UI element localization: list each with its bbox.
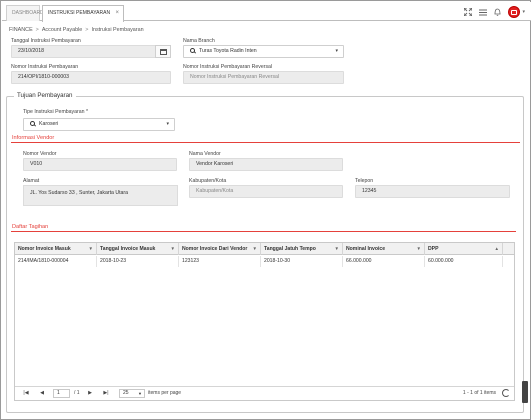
page-size-select[interactable]: 25 ▼	[119, 389, 145, 398]
nomor-label: Nomor Instruksi Pembayaran	[11, 64, 79, 70]
chevron-down-icon: ▾	[166, 121, 169, 127]
tanggal-field[interactable]: 23/10/2018	[11, 45, 171, 58]
tab-instruksi-label: INSTRUKSI PEMBAYARAN	[48, 10, 111, 16]
column-header[interactable]: DPP ▲	[425, 243, 503, 255]
kota-placeholder: Kabupaten/Kota	[196, 188, 234, 194]
table-cell: 123123	[179, 256, 261, 267]
tab-instruksi-pembayaran[interactable]: INSTRUKSI PEMBAYARAN ×	[42, 5, 124, 22]
table-row[interactable]: 214/IMA/1810-000004 2018-10-23 123123 20…	[15, 256, 514, 267]
calendar-icon[interactable]	[155, 45, 171, 58]
search-icon	[30, 120, 35, 126]
alamat-textarea: JL. Yos Sudarso 33 , Sunter, Jakarta Uta…	[23, 185, 178, 206]
tab-bar: DASHBOARD INSTRUKSI PEMBAYARAN × ▾	[2, 2, 531, 22]
breadcrumb-separator: >	[35, 27, 39, 33]
scrollbar[interactable]	[522, 381, 528, 403]
tipe-value: Karoseri	[39, 121, 59, 127]
table-cell: 214/IMA/1810-000004	[15, 256, 97, 267]
telepon-label: Telepon	[355, 178, 374, 184]
pager: |◀ ◀ 1 / 1 ▶ ▶| 25 ▼ items per page 1 - 1…	[15, 386, 514, 400]
search-icon	[190, 47, 195, 53]
daftar-tagihan-title: Daftar Tagihan	[12, 224, 49, 230]
nama-vendor-value: Vendor Karoseri	[196, 161, 234, 167]
page-size-value: 25	[123, 390, 129, 396]
alamat-label: Alamat	[23, 178, 40, 184]
nomor-vendor-field: V010	[23, 158, 177, 171]
table-cell: 2018-10-23	[97, 256, 179, 267]
kota-label: Kabupaten/Kota	[189, 178, 227, 184]
breadcrumb-item-finance[interactable]: FINANCE	[9, 27, 33, 33]
chevron-down-icon: ▼	[88, 246, 93, 251]
next-page-button[interactable]: ▶	[85, 389, 95, 398]
first-page-button[interactable]: |◀	[21, 389, 31, 398]
column-header[interactable]: Nominal Invoice ▼	[343, 243, 425, 255]
nama-vendor-field: Vendor Karoseri	[189, 158, 343, 171]
tujuan-legend: Tujuan Pembayaran	[14, 92, 76, 99]
tab-dashboard[interactable]: DASHBOARD	[6, 5, 44, 21]
divider	[11, 142, 520, 143]
breadcrumb-separator: >	[85, 27, 89, 33]
chevron-down-icon: ▼	[170, 246, 175, 251]
informasi-vendor-title: Informasi Vendor	[12, 135, 55, 141]
refresh-icon[interactable]	[502, 389, 510, 397]
app-window: DASHBOARD INSTRUKSI PEMBAYARAN × ▾ FINAN…	[0, 0, 531, 420]
tanggal-label: Tanggal Instruksi Pembayaran	[11, 38, 81, 44]
page-input[interactable]: 1	[53, 389, 70, 398]
expand-icon[interactable]	[463, 8, 472, 17]
last-page-button[interactable]: ▶|	[101, 389, 111, 398]
nama-vendor-label: Nama Vendor	[189, 151, 221, 157]
branch-label: Nama Branch	[183, 38, 215, 44]
tipe-label: Tipe Instruksi Pembayaran *	[23, 109, 88, 115]
kota-field: Kabupaten/Kota	[189, 185, 343, 198]
chevron-down-icon: ▾	[335, 48, 338, 54]
branch-value: Turas Toyota Radin Inten	[199, 48, 257, 54]
user-icon[interactable]	[508, 6, 521, 18]
chevron-down-icon: ▼	[252, 246, 257, 251]
breadcrumb-item-instruksi: Instruksi Pembayaran	[91, 27, 144, 33]
bell-icon[interactable]	[493, 8, 502, 17]
page-of-text: / 1	[74, 390, 80, 396]
grid-header: Nomor Invoice Masuk ▼ Tanggal Invoice Mas…	[15, 243, 514, 255]
reversal-label: Nomor Instruksi Pembayaran Reversal	[183, 64, 273, 70]
chevron-down-icon[interactable]: ▾	[522, 9, 525, 15]
chevron-down-icon: ▲	[494, 246, 499, 251]
nomor-vendor-value: V010	[30, 161, 43, 167]
telepon-field: 12345	[355, 185, 510, 198]
table-cell: 2018-10-30	[261, 256, 343, 267]
column-header[interactable]: Nomor Invoice Dari Vendor ▼	[179, 243, 261, 255]
chevron-down-icon: ▼	[416, 246, 421, 251]
telepon-value: 12345	[362, 188, 377, 194]
close-icon[interactable]: ×	[115, 6, 119, 21]
table-cell: 60.000.000	[425, 256, 503, 267]
tagihan-grid: Nomor Invoice Masuk ▼ Tanggal Invoice Mas…	[14, 242, 515, 401]
tipe-select[interactable]: Karoseri ▾	[23, 118, 175, 131]
nomor-field: 214/OPI/1810-000003	[11, 71, 171, 84]
reversal-placeholder: Nomor Instruksi Pembayaran Reversal	[190, 74, 280, 80]
column-header[interactable]: Tanggal Invoice Masuk ▼	[97, 243, 179, 255]
per-page-label: items per page	[148, 390, 182, 396]
prev-page-button[interactable]: ◀	[37, 389, 47, 398]
breadcrumb: FINANCE > Account Payable > Instruksi Pembay…	[9, 27, 144, 33]
divider	[11, 231, 516, 232]
chevron-down-icon: ▼	[334, 246, 339, 251]
nomor-value: 214/OPI/1810-000003	[18, 74, 70, 80]
table-cell: 66.000.000	[343, 256, 425, 267]
breadcrumb-item-account-payable[interactable]: Account Payable	[42, 27, 82, 33]
column-header[interactable]: Nomor Invoice Masuk ▼	[15, 243, 97, 255]
menu-icon[interactable]	[478, 8, 487, 17]
chevron-down-icon: ▼	[138, 391, 142, 396]
pager-summary: 1 - 1 of 1 items	[462, 390, 496, 396]
nomor-vendor-label: Nomor Vendor	[23, 151, 57, 157]
branch-select[interactable]: Turas Toyota Radin Inten ▾	[183, 45, 344, 58]
reversal-field: Nomor Instruksi Pembayaran Reversal	[183, 71, 344, 84]
toolbar-icons: ▾	[463, 6, 525, 18]
tab-dashboard-label: DASHBOARD	[12, 10, 44, 16]
column-header[interactable]: Tanggal Jatuh Tempo ▼	[261, 243, 343, 255]
tanggal-value: 23/10/2018	[18, 48, 44, 54]
